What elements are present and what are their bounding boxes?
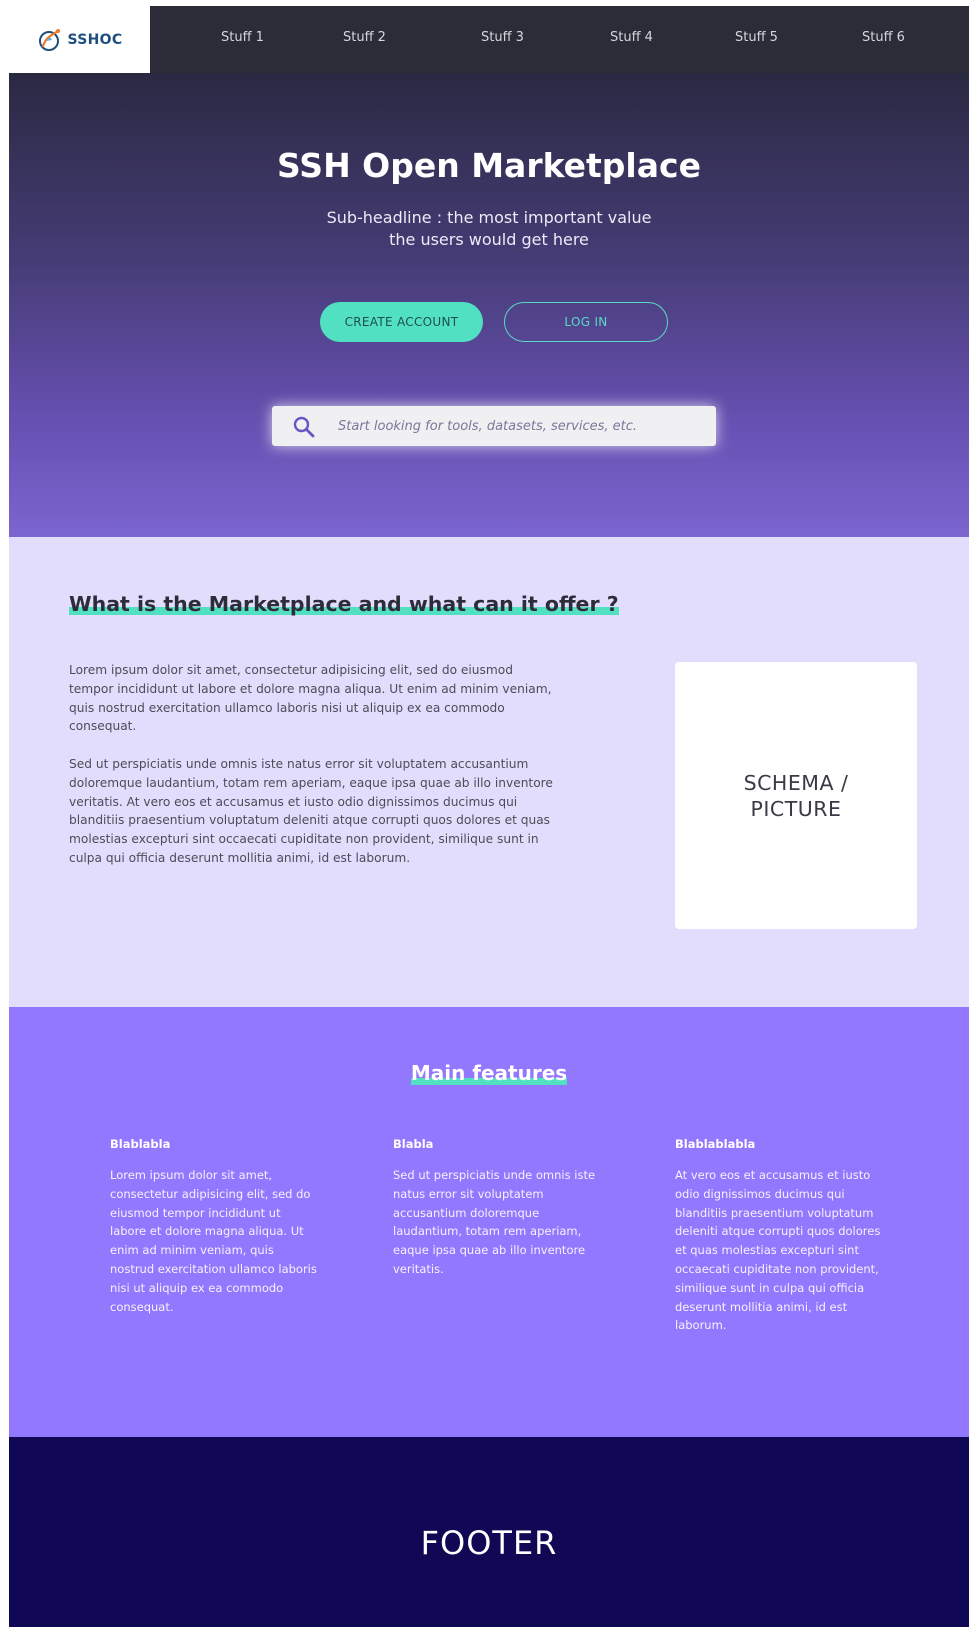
create-account-button[interactable]: CREATE ACCOUNT <box>320 302 483 342</box>
nav-item-stuff-4[interactable]: Stuff 4 <box>610 30 653 45</box>
feature-heading: Blablablabla <box>675 1137 756 1151</box>
feature-body: Lorem ipsum dolor sit amet, consectetur … <box>110 1168 317 1314</box>
footer-label: FOOTER <box>420 1524 558 1562</box>
page: SSHOC Stuff 1 Stuff 2 Stuff 3 Stuff 4 St… <box>9 6 969 1627</box>
feature-body: At vero eos et accusamus et iusto odio d… <box>675 1168 881 1333</box>
search-icon[interactable] <box>292 415 316 439</box>
nav-item-stuff-1[interactable]: Stuff 1 <box>221 30 264 45</box>
schema-picture-placeholder: SCHEMA / PICTURE <box>675 662 917 929</box>
nav-item-stuff-2[interactable]: Stuff 2 <box>343 30 386 45</box>
sshoc-logo-icon <box>38 28 60 51</box>
brand-logo[interactable]: SSHOC <box>9 6 150 73</box>
schema-picture-label: SCHEMA / PICTURE <box>743 770 849 821</box>
footer: FOOTER <box>9 1437 969 1627</box>
about-paragraph-1: Lorem ipsum dolor sit amet, consectetur … <box>69 663 552 734</box>
nav-item-stuff-3[interactable]: Stuff 3 <box>481 30 524 45</box>
log-in-button[interactable]: LOG IN <box>504 302 668 342</box>
top-navbar: SSHOC Stuff 1 Stuff 2 Stuff 3 Stuff 4 St… <box>9 6 969 73</box>
hero-section: SSH Open Marketplace Sub-headline : the … <box>9 73 969 537</box>
features-section: Main features Blablabla Lorem ipsum dolo… <box>9 1007 969 1437</box>
search-bar <box>272 406 716 446</box>
hero-subtitle-line-2: the users would get here <box>389 230 589 249</box>
nav-item-stuff-6[interactable]: Stuff 6 <box>862 30 905 45</box>
nav-item-stuff-5[interactable]: Stuff 5 <box>735 30 778 45</box>
hero-subtitle: Sub-headline : the most important value … <box>9 207 969 251</box>
feature-column: Blabla Sed ut perspiciatis unde omnis is… <box>393 1137 603 1279</box>
about-paragraph-2: Sed ut perspiciatis unde omnis iste natu… <box>69 756 553 865</box>
hero-subtitle-line-1: Sub-headline : the most important value <box>326 208 652 227</box>
about-title: What is the Marketplace and what can it … <box>69 592 619 616</box>
search-input[interactable] <box>338 406 698 446</box>
feature-column: Blablablabla At vero eos et accusamus et… <box>675 1137 885 1335</box>
feature-body: Sed ut perspiciatis unde omnis iste natu… <box>393 1168 596 1276</box>
features-title-text: Main features <box>410 1061 568 1085</box>
about-text: Lorem ipsum dolor sit amet, consectetur … <box>69 661 559 887</box>
feature-column: Blablabla Lorem ipsum dolor sit amet, co… <box>110 1137 320 1316</box>
feature-heading: Blablabla <box>110 1137 171 1151</box>
about-section: What is the Marketplace and what can it … <box>9 537 969 1007</box>
feature-heading: Blabla <box>393 1137 434 1151</box>
about-title-text: What is the Marketplace and what can it … <box>69 592 619 616</box>
page-title: SSH Open Marketplace <box>277 146 701 185</box>
features-title: Main features <box>9 1061 969 1085</box>
brand-name: SSHOC <box>67 31 123 48</box>
